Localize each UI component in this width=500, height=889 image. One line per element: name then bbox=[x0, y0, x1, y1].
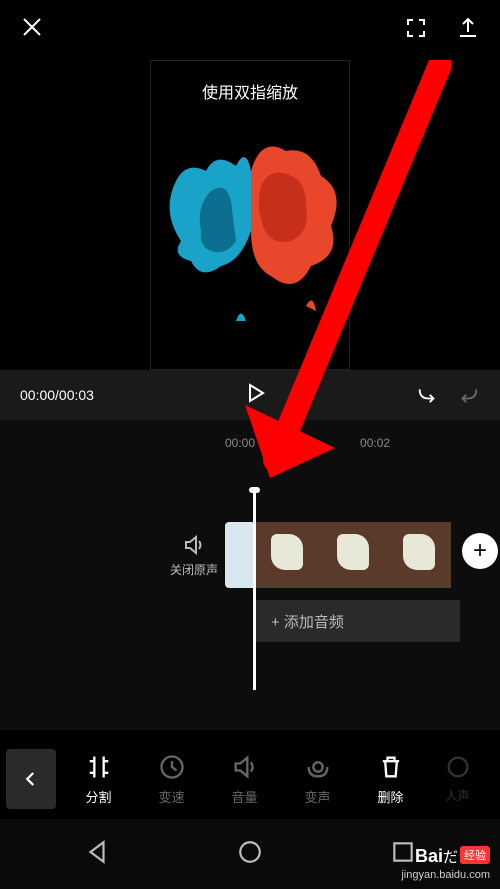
redo-button[interactable] bbox=[458, 382, 480, 409]
add-audio-button[interactable]: + 添加音频 bbox=[255, 600, 460, 642]
undo-button[interactable] bbox=[416, 382, 438, 409]
export-icon[interactable] bbox=[456, 16, 480, 45]
playhead[interactable] bbox=[253, 490, 256, 690]
tool-delete[interactable]: 删除 bbox=[363, 753, 419, 806]
tool-volume[interactable]: 音量 bbox=[217, 753, 273, 806]
watermark: Baiだ经验 jingyan.baidu.com bbox=[401, 846, 490, 881]
nav-home-icon[interactable] bbox=[237, 839, 263, 870]
timeline[interactable]: 00:00 00:02 关闭原声 + + 添加音频 bbox=[0, 420, 500, 730]
preview-frame: 使用双指缩放 bbox=[150, 60, 350, 370]
bottom-toolbar: 分割 变速 音量 变声 删除 人声 bbox=[0, 739, 500, 819]
clip-thumbnail bbox=[319, 522, 385, 588]
expand-icon[interactable] bbox=[404, 16, 428, 45]
time-ruler: 00:00 00:02 bbox=[0, 436, 500, 450]
tool-speed[interactable]: 变速 bbox=[144, 753, 200, 806]
mute-original-audio[interactable]: 关闭原声 bbox=[170, 533, 218, 578]
time-mark: 00:00 bbox=[225, 436, 255, 450]
time-mark: 00:02 bbox=[360, 436, 390, 450]
clip-thumbnail bbox=[385, 522, 451, 588]
preview-area[interactable]: 使用双指缩放 bbox=[0, 60, 500, 370]
toolbar-back-button[interactable] bbox=[6, 749, 56, 809]
tool-voicefx[interactable]: 人声 bbox=[430, 753, 486, 806]
tool-split[interactable]: 分割 bbox=[71, 753, 127, 806]
tool-voice[interactable]: 变声 bbox=[290, 753, 346, 806]
clips-row: 关闭原声 bbox=[0, 520, 500, 590]
nav-back-icon[interactable] bbox=[84, 839, 110, 870]
close-button[interactable] bbox=[20, 14, 44, 46]
player-bar: 00:00/00:03 bbox=[0, 370, 500, 420]
preview-video-frame bbox=[151, 111, 351, 331]
time-display: 00:00/00:03 bbox=[20, 387, 94, 403]
clip-thumbnail bbox=[253, 522, 319, 588]
top-bar bbox=[0, 0, 500, 60]
play-button[interactable] bbox=[243, 381, 267, 410]
add-clip-button[interactable]: + bbox=[462, 533, 498, 569]
video-clip[interactable] bbox=[225, 522, 451, 588]
zoom-hint: 使用双指缩放 bbox=[202, 79, 298, 103]
